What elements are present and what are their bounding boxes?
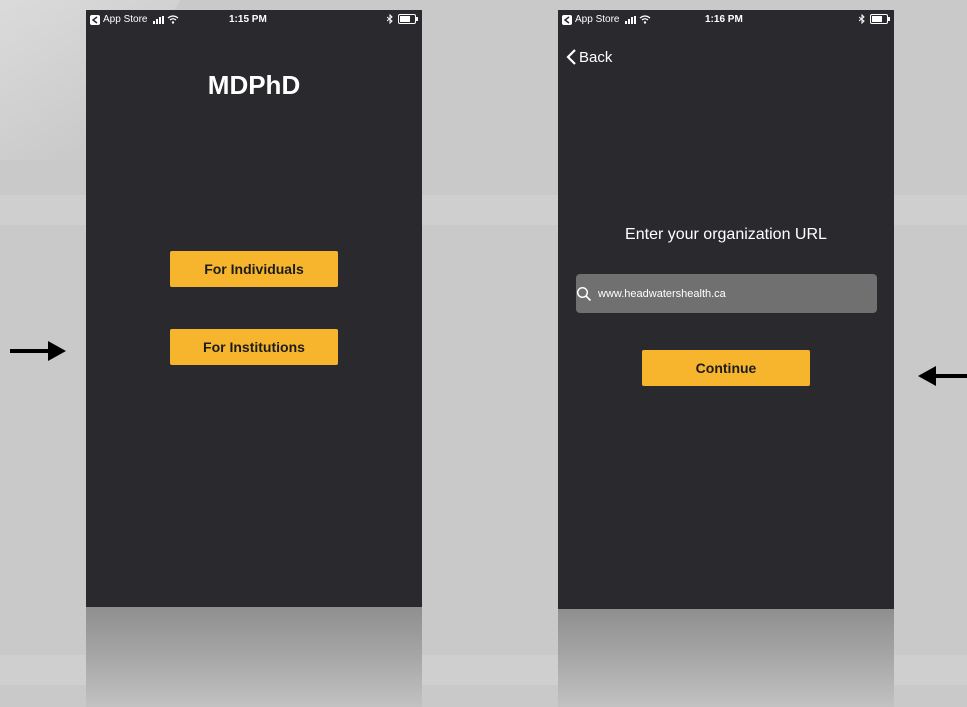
app-store-icon[interactable] (90, 14, 100, 25)
battery-icon (398, 14, 418, 24)
back-to-app-label[interactable]: App Store (575, 14, 619, 25)
signal-icon (153, 15, 165, 24)
phone-screen-start: App Store 1:15 PM MDPhD For Individuals … (86, 10, 422, 607)
arrow-left-icon (918, 366, 967, 386)
status-time: 1:15 PM (229, 14, 267, 25)
organization-url-field[interactable] (576, 274, 877, 313)
phone-reflection-right (558, 609, 894, 707)
status-bar: App Store 1:15 PM (86, 10, 422, 30)
arrow-right-icon (10, 341, 66, 361)
status-time: 1:16 PM (705, 14, 743, 25)
back-button[interactable]: Back (566, 48, 612, 66)
status-bar: App Store 1:16 PM (558, 10, 894, 30)
back-to-app-label[interactable]: App Store (103, 14, 147, 25)
continue-button[interactable]: Continue (642, 350, 810, 386)
wifi-icon (168, 15, 179, 24)
bluetooth-icon (387, 14, 393, 24)
chevron-left-icon (566, 49, 576, 65)
url-prompt: Enter your organization URL (625, 226, 827, 243)
wifi-icon (640, 15, 651, 24)
for-institutions-button[interactable]: For Institutions (170, 329, 338, 365)
back-label: Back (579, 48, 613, 66)
phone-screen-url-entry: App Store 1:16 PM Back Enter your organi… (558, 10, 894, 609)
app-store-icon[interactable] (562, 14, 572, 25)
bluetooth-icon (859, 14, 865, 24)
battery-icon (870, 14, 890, 24)
app-title: MDPhD (207, 70, 301, 100)
organization-url-input[interactable] (598, 287, 858, 300)
signal-icon (625, 15, 637, 24)
for-individuals-button[interactable]: For Individuals (170, 251, 338, 287)
search-icon (576, 286, 592, 301)
phone-reflection-left (86, 607, 422, 707)
